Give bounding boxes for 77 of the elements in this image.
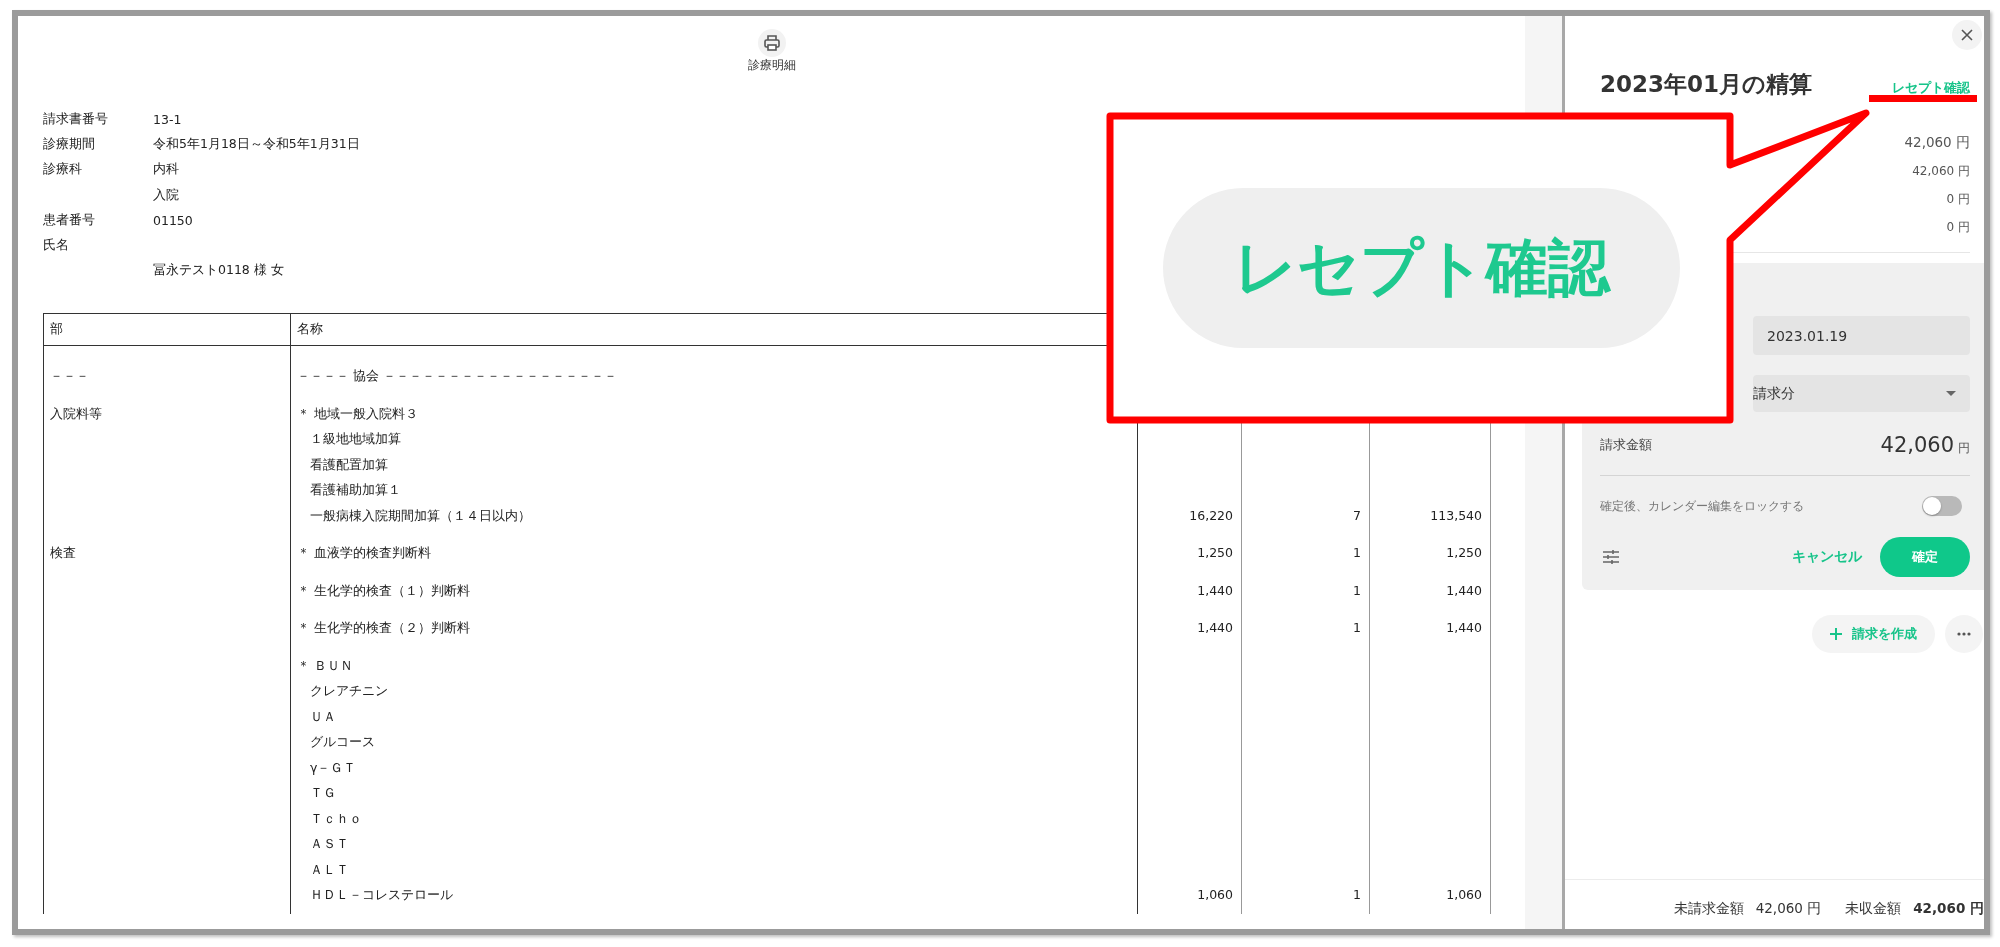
item-name: １級地地域加算 bbox=[309, 430, 402, 449]
table-cell-text: 113,540 bbox=[1429, 506, 1482, 525]
table-cell-text: 1 bbox=[1352, 544, 1361, 563]
field-label: 氏名 bbox=[43, 237, 70, 255]
plus-icon bbox=[1830, 628, 1842, 640]
table-cell-text: 1 bbox=[1352, 619, 1361, 638]
summary-value: 42,060 円 bbox=[1913, 899, 1984, 918]
table-cell-text: 1 bbox=[1352, 581, 1361, 600]
caret-icon bbox=[1946, 390, 1956, 397]
table-cell-text: 1,060 bbox=[1196, 886, 1233, 905]
table-cell-text: 1,440 bbox=[1196, 619, 1233, 638]
summary-value: 42,060 円 bbox=[1755, 899, 1822, 918]
item-name: －－－－ 協会 －－－－－－－－－－－－－－－－－－ bbox=[297, 367, 618, 386]
close-icon bbox=[1961, 29, 1973, 41]
field-label: 診療期間 bbox=[43, 136, 96, 154]
field-label: 診療科 bbox=[43, 161, 83, 179]
date-field[interactable]: 2023.01.19 bbox=[1753, 316, 1970, 355]
sliders-icon[interactable] bbox=[1602, 549, 1620, 565]
table-cell-text: 検査 bbox=[50, 544, 77, 563]
item-name: ＊ 地域一般入院料３ bbox=[297, 404, 419, 423]
table-cell-text: 1,440 bbox=[1445, 581, 1482, 600]
receipt-check-link[interactable]: レセプト確認 bbox=[1892, 80, 1970, 97]
summary-label: 未請求金額 bbox=[1673, 899, 1744, 918]
item-name: 一般病棟入院期間加算（１４日以内） bbox=[309, 506, 532, 525]
field-value: 令和5年1月18日～令和5年1月31日 bbox=[153, 136, 360, 154]
more-icon bbox=[1957, 632, 1971, 636]
item-name: 看護補助加算１ bbox=[309, 481, 402, 500]
field-label: 請求書番号 bbox=[43, 111, 109, 129]
item-name: 看護配置加算 bbox=[309, 455, 389, 474]
table-cell-text: －－－ bbox=[50, 367, 90, 386]
field-value: 冨永テスト0118 様 女 bbox=[153, 262, 285, 280]
item-name: グルコース bbox=[309, 733, 376, 752]
confirm-button[interactable]: 確定 bbox=[1880, 537, 1970, 577]
item-name: ＊ 生化学的検査（２）判断料 bbox=[297, 619, 471, 638]
field-value: 入院 bbox=[153, 186, 180, 204]
create-invoice-button[interactable]: 請求を作成 bbox=[1812, 615, 1935, 653]
table-cell-text: 1 bbox=[1352, 886, 1361, 905]
amount-value: 42,060 bbox=[1880, 433, 1954, 457]
item-name: ＊ ＢＵＮ bbox=[297, 656, 354, 675]
table-cell-text: 1,440 bbox=[1196, 581, 1233, 600]
item-name: γ－ＧＴ bbox=[309, 758, 358, 777]
table-cell-text: 1,440 bbox=[1445, 619, 1482, 638]
cancel-button[interactable]: キャンセル bbox=[1792, 548, 1862, 566]
toggle-switch[interactable] bbox=[1922, 496, 1962, 516]
toggle-label: 確定後、カレンダー編集をロックする bbox=[1600, 497, 1804, 515]
billing-type-select[interactable]: 請求分 bbox=[1753, 375, 1970, 412]
field-label: 患者番号 bbox=[43, 211, 96, 229]
column-header: 部 bbox=[43, 313, 291, 346]
field-label: 請求金額 bbox=[1600, 436, 1652, 454]
field-value: 13-1 bbox=[153, 112, 183, 128]
amount-value: 0 円 bbox=[1946, 190, 1970, 208]
table-cell-text: 1,250 bbox=[1196, 544, 1233, 563]
item-name: Ｔｃｈｏ bbox=[309, 809, 363, 828]
item-name: ＨＤＬ－コレステロール bbox=[309, 886, 454, 905]
currency-unit: 円 bbox=[1958, 441, 1970, 455]
item-name: クレアチニン bbox=[309, 682, 389, 701]
item-name: ＊ 生化学的検査（１）判断料 bbox=[297, 581, 471, 600]
table-cell-text: 入院料等 bbox=[50, 404, 103, 423]
item-name: ＵＡ bbox=[309, 707, 337, 726]
field-value: 内科 bbox=[153, 161, 180, 179]
item-name: ＡＬＴ bbox=[309, 860, 350, 879]
item-name: ＡＳＴ bbox=[309, 835, 350, 854]
table-cell-text: 7 bbox=[1352, 506, 1361, 525]
close-button[interactable] bbox=[1952, 20, 1982, 50]
table-cell-text: 16,220 bbox=[1188, 506, 1233, 525]
table-cell-text: 1,250 bbox=[1445, 544, 1482, 563]
summary-label: 未収金額 bbox=[1845, 899, 1902, 918]
printer-icon bbox=[757, 29, 786, 57]
table-cell-text: 1,060 bbox=[1445, 886, 1482, 905]
amount-value: 42,060 円 bbox=[1912, 162, 1970, 180]
panel-title: 2023年01月の精算 bbox=[1600, 70, 1813, 99]
item-name: ＊ 血液学的検査判断料 bbox=[297, 544, 432, 563]
item-name: ＴＧ bbox=[309, 784, 337, 803]
print-button[interactable]: 診療明細 bbox=[747, 29, 796, 73]
amount-value: 0 円 bbox=[1946, 218, 1970, 236]
amount-value: 42,060 円 bbox=[1904, 134, 1970, 152]
field-value: 01150 bbox=[153, 212, 194, 228]
